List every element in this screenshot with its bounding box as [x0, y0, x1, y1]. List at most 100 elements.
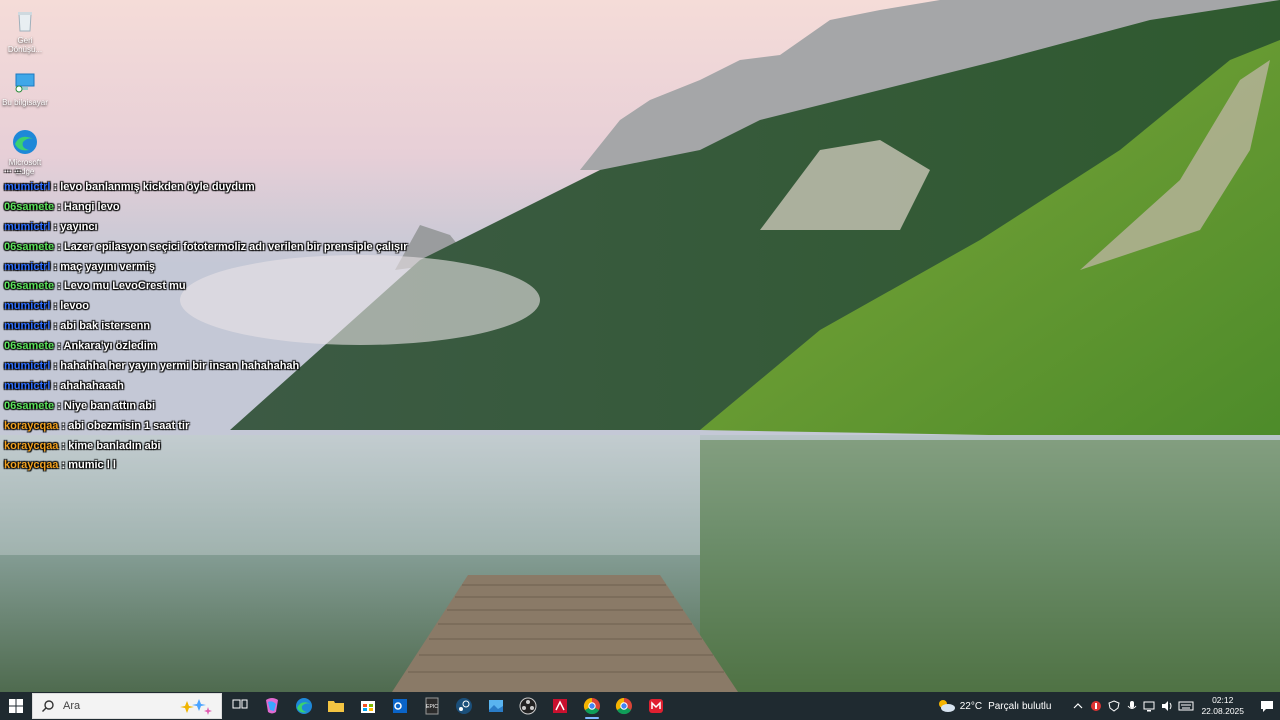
- chat-message: mumictrl : hahahha her yayın yermi bir i…: [4, 357, 424, 377]
- desktop-icon-label: Geri Dönüşü...: [7, 36, 43, 54]
- taskbar-app-task-view[interactable]: [224, 692, 256, 720]
- chat-partial-text: ... ...: [4, 164, 22, 174]
- search-input[interactable]: [61, 699, 175, 713]
- chat-username: koraycqaa: [4, 459, 59, 472]
- chat-text: : Lazer epilasyon seçici fototermoliz ad…: [54, 240, 408, 253]
- taskbar-apps: EPIC: [224, 692, 672, 720]
- desktop-icon-recycle-bin[interactable]: Geri Dönüşü...: [0, 6, 50, 54]
- tray-security-icon[interactable]: [1106, 698, 1122, 714]
- chat-text: : hahahha her yayın yermi bir insan haha…: [50, 360, 300, 373]
- chat-message: koraycqaa : abi obezmisin 1 saat tir: [4, 417, 424, 437]
- weather-temperature: 22°C: [959, 700, 983, 712]
- chrome-icon: [583, 697, 600, 715]
- chat-username: 06samete: [4, 399, 55, 412]
- start-button[interactable]: [0, 692, 32, 720]
- chat-message: koraycqaa : mumic l l: [4, 456, 424, 476]
- chrome-icon: [615, 697, 632, 715]
- chat-text: : mumic l l: [58, 459, 116, 472]
- outlook-icon: [393, 699, 407, 713]
- microphone-icon[interactable]: [1124, 698, 1140, 714]
- chat-username: 06samete: [4, 280, 55, 293]
- taskbar-app-chrome-2[interactable]: [608, 692, 640, 720]
- taskbar-app-edge[interactable]: [288, 692, 320, 720]
- chat-overlay: ... ... mumictrl : levo banlanmış kickde…: [4, 160, 424, 476]
- chat-partial-line: ... ...: [4, 160, 424, 178]
- chat-username: mumictrl: [4, 300, 51, 313]
- obs-icon: [519, 697, 537, 715]
- taskbar-search[interactable]: [32, 693, 222, 719]
- clock[interactable]: 02:12 22.08.2025: [1201, 695, 1244, 717]
- chat-username: koraycqaa: [4, 439, 59, 452]
- svg-text:EPIC: EPIC: [426, 704, 438, 710]
- chat-username: 06samete: [4, 200, 55, 213]
- chat-list: mumictrl : levo banlanmış kickden öyle d…: [4, 178, 424, 476]
- chat-text: : kime banladın abi: [58, 439, 161, 452]
- volume-icon[interactable]: [1160, 698, 1176, 714]
- chat-message: 06samete : Niye ban attın abi: [4, 397, 424, 417]
- red-app-icon: [649, 699, 663, 713]
- keyboard-icon[interactable]: [1178, 698, 1194, 714]
- clock-date: 22.08.2025: [1201, 706, 1244, 716]
- epic-games-icon: EPIC: [425, 697, 439, 715]
- chat-text: : levoo: [50, 300, 89, 313]
- desktop[interactable]: Geri Dönüşü... Bu bilgisayar Microsoft E…: [0, 0, 1280, 692]
- notification-center-button[interactable]: [1254, 692, 1280, 720]
- windows-logo-icon: [9, 699, 23, 713]
- photos-icon: [489, 700, 503, 712]
- microsoft-store-icon: [361, 701, 375, 713]
- chat-username: mumictrl: [4, 379, 51, 392]
- chat-message: 06samete : Ankara'yı özledim: [4, 337, 424, 357]
- notification-icon: [1261, 701, 1273, 712]
- network-icon[interactable]: [1142, 698, 1158, 714]
- task-view-icon: [232, 699, 248, 709]
- desktop-icon-this-pc[interactable]: Bu bilgisayar: [0, 68, 50, 107]
- taskbar-app-copilot[interactable]: [256, 692, 288, 720]
- chat-text: : ahahahaaah: [50, 379, 124, 392]
- taskbar-app-epic-games[interactable]: EPIC: [416, 692, 448, 720]
- chat-username: mumictrl: [4, 260, 51, 273]
- tray-overflow-chevron-icon[interactable]: [1070, 698, 1086, 714]
- taskbar-app-outlook[interactable]: [384, 692, 416, 720]
- taskbar-app-steam[interactable]: [448, 692, 480, 720]
- chat-text: : abi obezmisin 1 saat tir: [58, 419, 190, 432]
- amd-adrenalin-icon: [553, 699, 567, 713]
- chat-username: mumictrl: [4, 220, 51, 233]
- weather-partly-cloudy-icon: [938, 700, 955, 712]
- taskbar-app-obs[interactable]: [512, 692, 544, 720]
- tray-shield-icon[interactable]: [1088, 698, 1104, 714]
- chat-text: : maç yayını vermiş: [50, 260, 156, 273]
- chat-message: mumictrl : levoo: [4, 297, 424, 317]
- chat-message: 06samete : Levo mu LevoCrest mu: [4, 277, 424, 297]
- edge-icon: [13, 130, 37, 154]
- steam-icon: [456, 698, 472, 714]
- chat-text: : abi bak istersenn: [50, 320, 151, 333]
- taskbar: EPIC 22°C Parçalı bulutlu: [0, 692, 1280, 720]
- chat-username: 06samete: [4, 340, 55, 353]
- weather-widget[interactable]: 22°C Parçalı bulutlu: [936, 698, 1052, 714]
- chat-text: : yayıncı: [50, 220, 98, 233]
- this-pc-icon: [15, 73, 35, 93]
- chat-text: : Niye ban attın abi: [54, 399, 156, 412]
- chat-username: mumictrl: [4, 360, 51, 373]
- recycle-bin-icon: [18, 12, 32, 32]
- weather-description: Parçalı bulutlu: [988, 700, 1052, 712]
- chat-text: : Levo mu LevoCrest mu: [54, 280, 186, 293]
- taskbar-app-photos[interactable]: [480, 692, 512, 720]
- chat-username: mumictrl: [4, 320, 51, 333]
- chat-message: 06samete : Lazer epilasyon seçici fotote…: [4, 238, 424, 258]
- chat-username: 06samete: [4, 240, 55, 253]
- chat-message: mumictrl : ahahahaaah: [4, 377, 424, 397]
- chat-username: koraycqaa: [4, 419, 59, 432]
- chat-message: 06samete : Hangi levo: [4, 198, 424, 218]
- taskbar-app-file-explorer[interactable]: [320, 692, 352, 720]
- clock-time: 02:12: [1212, 695, 1234, 705]
- chat-username: mumictrl: [4, 181, 51, 193]
- taskbar-app-microsoft-store[interactable]: [352, 692, 384, 720]
- taskbar-app-amd-adrenalin[interactable]: [544, 692, 576, 720]
- edge-icon: [296, 698, 312, 714]
- copilot-sparkle-icon[interactable]: [177, 697, 215, 717]
- chat-text: : Ankara'yı özledim: [54, 340, 157, 353]
- taskbar-app-chrome[interactable]: [576, 692, 608, 720]
- taskbar-app-red-app[interactable]: [640, 692, 672, 720]
- chat-message: mumictrl : maç yayını vermiş: [4, 258, 424, 278]
